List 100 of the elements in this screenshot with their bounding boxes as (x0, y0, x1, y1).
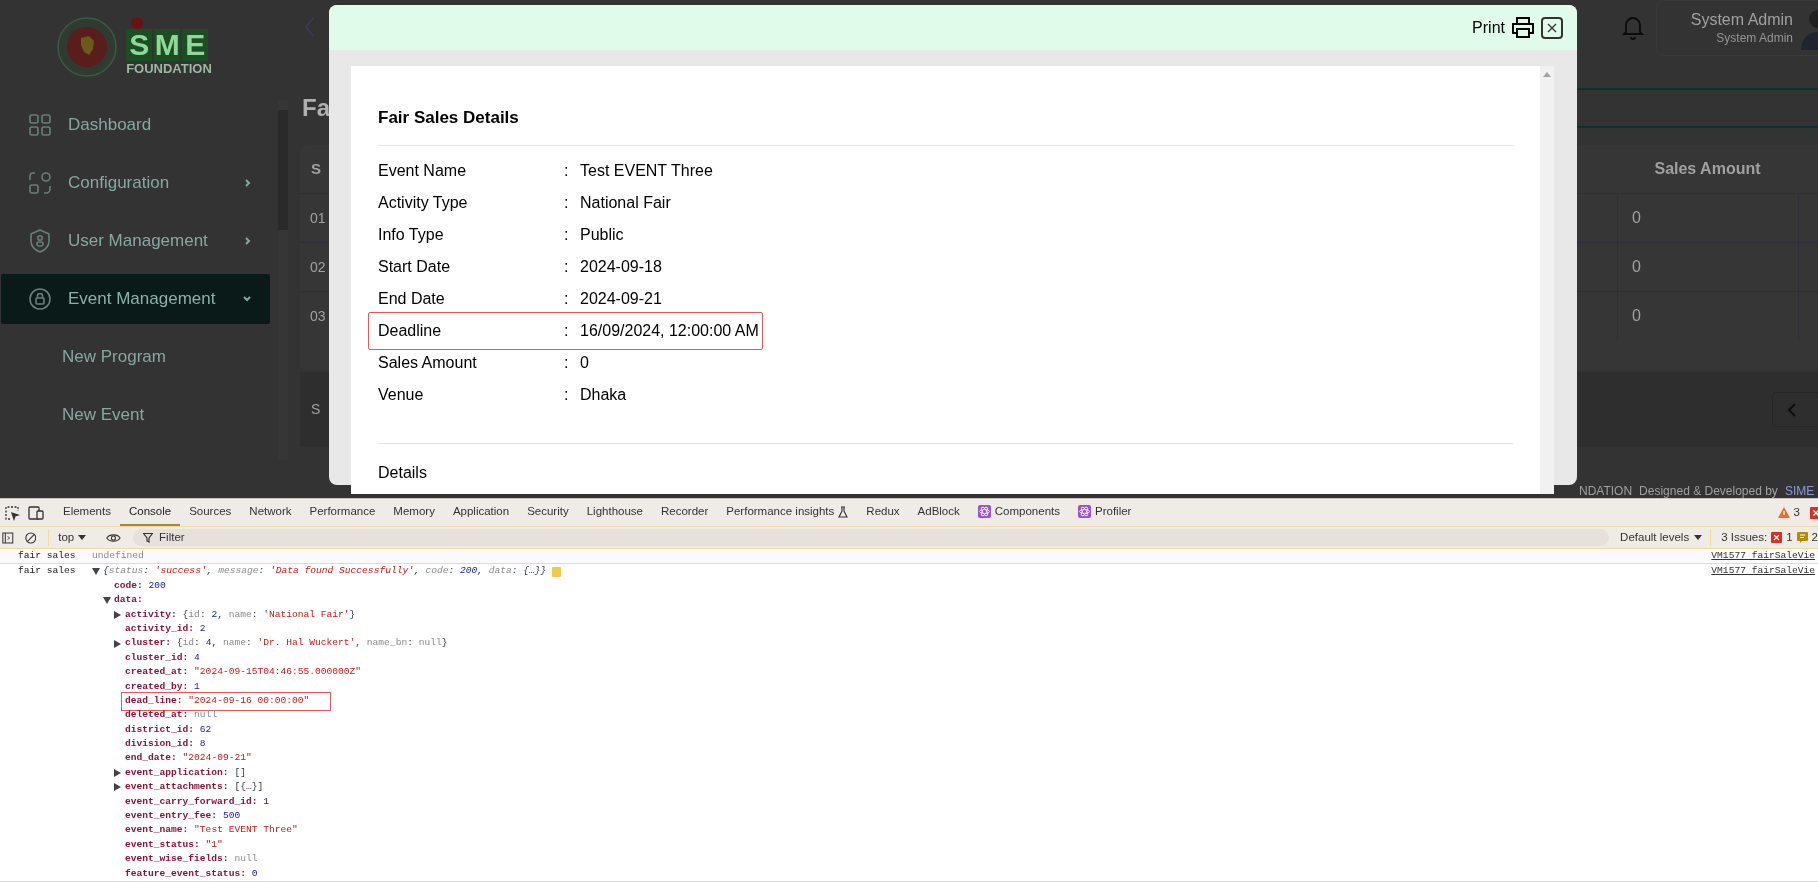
page-title: Fa (302, 93, 330, 123)
sidebar-item[interactable]: Event Management (1, 274, 270, 324)
sidebar-subitem[interactable]: New Event (60, 402, 147, 428)
issues-button[interactable]: 3 Issues: 1 2 (1721, 528, 1818, 547)
object-preview[interactable]: {status: 'success', message: 'Data found Successfully', code: 200, data: {…}} (103, 564, 547, 579)
expand-arrow-icon[interactable] (114, 610, 121, 619)
devtools-tab[interactable]: Memory (384, 499, 444, 526)
inspect-icon[interactable] (4, 504, 20, 521)
source-link[interactable]: VM1577 fairSaleVie (1711, 549, 1815, 564)
console-property: event_status: "1" (125, 837, 223, 852)
devtools-tab[interactable]: Redux (857, 499, 909, 526)
console-value: undefined (92, 549, 144, 563)
user-role: System Admin (1716, 30, 1793, 46)
error-icon[interactable] (1810, 506, 1818, 519)
caret-icon (78, 535, 87, 540)
atom-icon (1078, 505, 1091, 518)
sidebar-item[interactable]: Configuration (1, 158, 270, 208)
table-cell-text: 0 (1632, 306, 1641, 326)
devtools-tab[interactable]: Components (968, 499, 1069, 526)
devtools-tab[interactable]: Elements (54, 499, 120, 526)
field-separator: : (564, 321, 570, 341)
sidebar-item[interactable]: Dashboard (1, 100, 270, 150)
console-property[interactable]: cluster: {id: 4, name: 'Dr. Hal Wuckert', name_bn: null} (125, 636, 448, 651)
console-property: created_by: 1 (125, 679, 200, 694)
expand-arrow-icon[interactable] (114, 783, 121, 792)
column-header: S (311, 160, 321, 177)
devtools-tab[interactable]: Profiler (1069, 499, 1141, 526)
console-property: feature_event_status: 0 (125, 866, 258, 881)
footer-text: NDATION (1579, 485, 1633, 497)
logo-letter: M (154, 28, 181, 61)
print-button[interactable]: Print (1472, 15, 1535, 40)
table-cell: 01 (310, 210, 326, 226)
collapse-arrow-icon[interactable] (92, 568, 100, 576)
field-label: Start Date (378, 257, 452, 277)
console-property: cluster_id: 4 (125, 650, 200, 665)
user-card[interactable]: System Admin System Admin (1656, 0, 1818, 56)
devtools-tab[interactable]: AdBlock (908, 499, 969, 526)
source-link[interactable]: VM1577 fairSaleVie (1711, 564, 1815, 579)
field-label: Deadline (378, 321, 443, 341)
devtools-tab[interactable]: Recorder (652, 499, 718, 526)
sidebar-toggle-icon[interactable] (2, 530, 14, 545)
sidebar-item[interactable]: User Management (1, 216, 270, 266)
console-property[interactable]: event_attachments: [{…}] (125, 780, 264, 795)
console-property: dead_line: "2024-09-16 00:00:00" (125, 693, 310, 709)
table-cell: 02 (310, 259, 326, 275)
collapse-arrow-icon[interactable] (103, 596, 111, 604)
printer-icon (1511, 16, 1535, 39)
devtools-tab[interactable]: Network (240, 499, 301, 526)
column-header: Sales Amount (1653, 159, 1762, 179)
field-separator: : (564, 289, 570, 309)
field-label: Info Type (378, 225, 445, 245)
console-property: end_date: "2024-09-21" (125, 751, 252, 766)
warning-icon[interactable] (1777, 507, 1790, 518)
field-label: Sales Amount (378, 353, 478, 373)
field-label: Event Name (378, 161, 468, 181)
filter-icon (143, 532, 154, 543)
footer-link[interactable]: SIME (1784, 485, 1815, 497)
caret-icon (1694, 535, 1703, 540)
console-property: event_carry_forward_id: 1 (125, 794, 269, 809)
field-value: Test EVENT Three (580, 161, 713, 181)
table-cell-text: 0 (1632, 257, 1641, 277)
devtools-tab[interactable]: Performance insights (717, 499, 858, 526)
field-label: Activity Type (378, 193, 469, 213)
levels-dropdown[interactable]: Default levels (1620, 528, 1712, 547)
expand-arrow-icon[interactable] (114, 769, 121, 778)
clear-icon[interactable] (24, 530, 37, 545)
devtools-tab[interactable]: Performance (300, 499, 385, 526)
console-property[interactable]: event_application: [] (125, 765, 246, 781)
devtools-tab[interactable]: Security (518, 499, 578, 526)
console-property[interactable]: data: (114, 593, 143, 608)
eye-icon[interactable] (106, 531, 122, 544)
field-separator: : (564, 225, 570, 245)
field-value: Dhaka (580, 385, 627, 405)
warning-count: 3 (1793, 504, 1800, 520)
table-cell: 03 (310, 308, 326, 324)
atom-icon (977, 505, 991, 518)
close-button[interactable] (1541, 16, 1563, 39)
shapes-icon (29, 172, 51, 194)
logo-letter: E (182, 28, 209, 61)
user-name: System Admin (1690, 10, 1793, 30)
context-dropdown[interactable]: top (48, 528, 91, 547)
emblem-icon (56, 15, 119, 78)
console-label: fair sales (18, 564, 77, 579)
section-heading: Details (378, 463, 428, 483)
table-cell-text: 0 (1632, 208, 1641, 228)
message-icon (1796, 532, 1808, 543)
field-separator: : (564, 193, 570, 213)
lock-icon (29, 288, 51, 310)
console-property[interactable]: activity: {id: 2, name: 'National Fair'} (125, 607, 356, 622)
filter-field[interactable]: Filter (133, 529, 1610, 546)
sidebar-subitem[interactable]: New Program (60, 344, 168, 370)
device-icon[interactable] (26, 504, 44, 521)
devtools-tab[interactable]: Lighthouse (577, 499, 652, 526)
chevron-left-icon (1787, 401, 1797, 418)
devtools-tab[interactable]: Application (443, 499, 519, 526)
devtools-tab[interactable]: Sources (180, 499, 241, 526)
grid-icon (29, 114, 51, 136)
footer-text: Designed & Developed by (1639, 485, 1778, 497)
expand-arrow-icon[interactable] (114, 639, 121, 648)
console-property: created_at: "2024-09-15T04:46:55.000000Z" (125, 665, 362, 680)
